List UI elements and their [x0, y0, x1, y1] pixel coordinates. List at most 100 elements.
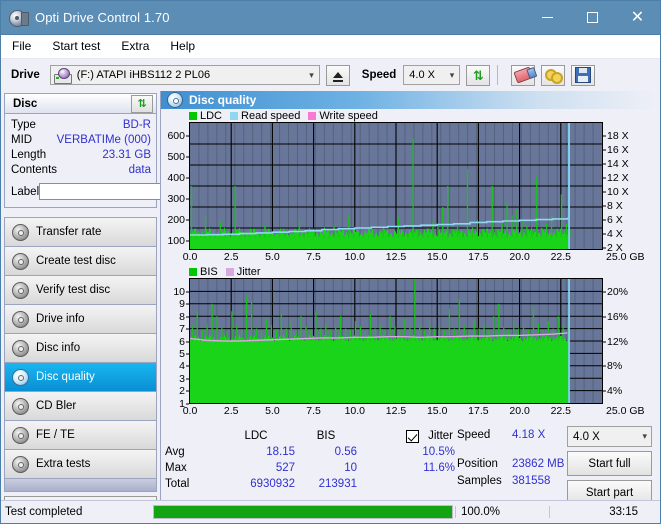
sidebar-item-drive-info[interactable]: Drive info	[5, 305, 156, 334]
bis-plot-area[interactable]	[189, 278, 603, 404]
minimize-button[interactable]	[525, 1, 570, 34]
sidebar-item-verify-test-disc[interactable]: Verify test disc	[5, 276, 156, 305]
disc-refresh-button[interactable]: ⇅	[131, 94, 153, 113]
legend-label-jitter: Jitter	[236, 265, 261, 278]
y2-tick	[603, 316, 606, 318]
eject-button[interactable]	[325, 64, 350, 86]
eraser-icon	[513, 66, 534, 84]
speed-result-label: Speed	[457, 428, 491, 441]
sidebar-item-extra-tests[interactable]: Extra tests	[5, 450, 156, 479]
total-bis: 213931	[318, 478, 357, 490]
y2-tick	[603, 247, 606, 249]
refresh-button[interactable]: ⇅	[466, 64, 491, 86]
sidebar-item-transfer-rate[interactable]: Transfer rate	[5, 218, 156, 247]
bis-chart: BIS Jitter 1 2 3 4 5 6 7 8 9 10 4% 8% 12% 16% 20% 0.0…	[161, 265, 660, 419]
ldc-chart: LDC Read speed Write speed 100 200 300 400 5…	[161, 109, 660, 265]
y2-tick-label: 8%	[607, 360, 623, 373]
save-button[interactable]	[571, 64, 596, 86]
sidebar-item-label: CD Bler	[36, 400, 77, 412]
y-tick-label: 10	[173, 286, 185, 298]
disc-info-group: Disc ⇅ Type BD-R MID VERBATIMe (000) Len…	[4, 93, 244, 208]
y2-tick-label: 4 X	[607, 228, 623, 240]
close-button[interactable]: ✕	[615, 1, 660, 34]
speed-select-value: 4.0 X	[409, 69, 435, 81]
progress-bar	[153, 505, 453, 519]
x-tick-label: 0.0	[182, 405, 198, 417]
drive-select[interactable]: (F:) ATAPI iHBS112 2 PL06 ▾	[49, 65, 320, 85]
col-header-ldc: LDC	[244, 430, 268, 442]
x-tick-label: 20.0	[509, 251, 530, 263]
x-tick-label: 2.5	[223, 251, 239, 263]
legend-label-write-speed: Write speed	[319, 109, 378, 122]
disc-contents-key: Contents	[11, 164, 58, 176]
test-speed-value: 4.0 X	[573, 430, 600, 443]
y2-tick	[603, 390, 606, 392]
start-full-button[interactable]: Start full	[567, 451, 652, 476]
y2-tick	[603, 341, 606, 343]
y2-tick-label: 12 X	[607, 172, 629, 184]
y2-tick-label: 16%	[607, 310, 629, 323]
sidebar-item-create-test-disc[interactable]: Create test disc	[5, 247, 156, 276]
y2-tick-label: 14 X	[607, 158, 629, 170]
speed-select[interactable]: 4.0 X ▾	[403, 65, 461, 85]
y2-tick	[603, 163, 606, 165]
y-tick-label: 100	[167, 235, 185, 247]
jitter-checkbox[interactable]	[405, 429, 419, 443]
x-tick-label: 15.0	[426, 251, 448, 263]
x-tick-label: 0.0	[182, 251, 198, 263]
total-jitter	[357, 476, 455, 492]
disc-icon	[12, 252, 29, 270]
test-speed-select[interactable]: 4.0 X ▾	[567, 426, 652, 447]
sidebar-item-cd-bler[interactable]: CD Bler	[5, 392, 156, 421]
max-ldc: 527	[275, 462, 295, 474]
sidebar-item-disc-info[interactable]: Disc info	[5, 334, 156, 363]
legend-label-ldc: LDC	[200, 109, 223, 122]
y-tick-label: 300	[167, 193, 185, 205]
disc-label-row: Label	[11, 181, 244, 202]
status-bar: Test completed 100.0% 33:15	[1, 500, 660, 523]
x-tick-label: 5.0	[265, 405, 280, 417]
title-bar: Opti Drive Control 1.70 ✕	[1, 1, 660, 35]
drive-label: Drive	[11, 69, 40, 81]
resize-grip[interactable]	[644, 505, 658, 519]
start-part-label: Start part	[585, 486, 634, 499]
x-tick-label: 10.0	[344, 251, 366, 263]
menu-help[interactable]: Help	[168, 38, 197, 54]
x-axis-unit-label: 25.0 GB	[606, 251, 645, 263]
erase-button[interactable]	[511, 64, 536, 86]
content-panel: Disc quality LDC Read speed Write speed …	[160, 91, 660, 505]
y-tick-label: 600	[167, 130, 185, 142]
menu-start-test[interactable]: Start test	[50, 38, 102, 54]
disc-icon	[12, 339, 29, 357]
menu-extra[interactable]: Extra	[119, 38, 151, 54]
sidebar-item-fe-te[interactable]: FE / TE	[5, 421, 156, 450]
y2-tick	[603, 135, 606, 137]
disc-quality-icon	[167, 92, 183, 108]
start-full-label: Start full	[588, 457, 631, 470]
max-bis: 10	[344, 462, 357, 474]
legend-swatch-bis	[189, 267, 197, 276]
y-tick-label: 9	[179, 298, 185, 311]
chevron-down-icon: ▾	[449, 69, 455, 80]
maximize-button[interactable]	[570, 1, 615, 34]
x-tick-label: 7.5	[306, 251, 321, 263]
x-tick-label: 7.5	[306, 405, 321, 417]
sidebar-item-disc-quality[interactable]: Disc quality	[5, 363, 156, 392]
y2-tick	[603, 191, 606, 193]
gold-tool-button[interactable]	[541, 64, 566, 86]
ldc-plot-area[interactable]	[189, 122, 603, 250]
x-tick-label: 10.0	[344, 405, 366, 417]
y2-tick-label: 4%	[607, 385, 623, 398]
total-ldc: 6930932	[250, 478, 295, 490]
legend-swatch-read-speed	[230, 111, 239, 120]
menu-file[interactable]: File	[10, 38, 33, 54]
legend-swatch-write-speed	[308, 111, 317, 120]
sidebar-item-label: Disc info	[36, 342, 81, 354]
disc-contents-value: data	[128, 164, 151, 176]
sidebar-item-label: Transfer rate	[36, 226, 102, 238]
sidebar-item-label: Create test disc	[36, 255, 116, 267]
statistics-table: LDC BIS Jitter Avg 18.15 0.56 10.5% Max …	[165, 428, 455, 492]
legend-swatch-ldc	[189, 111, 197, 120]
bis-x-axis: 0.0 2.5 5.0 7.5 10.0 12.5 15.0 17.5 20.0 22.5 25.0…	[183, 404, 660, 419]
samples-label: Samples	[457, 474, 502, 487]
